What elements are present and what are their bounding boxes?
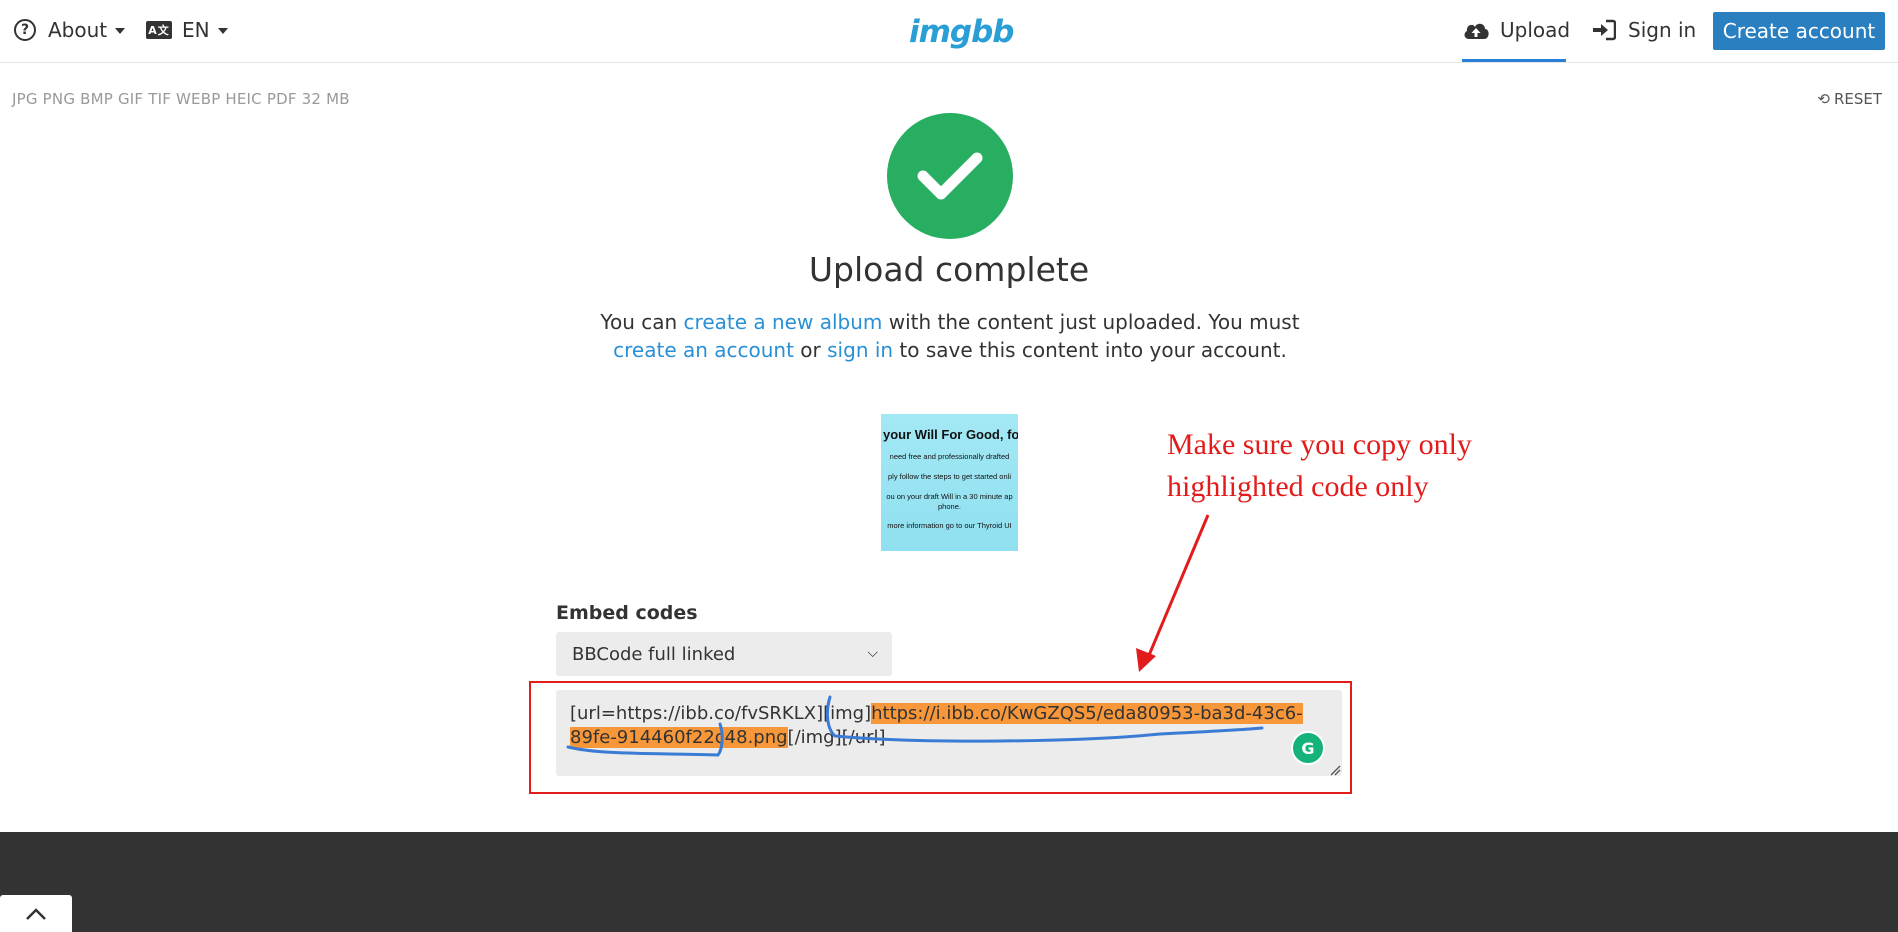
embed-code-selected: BBCode full linked	[572, 643, 736, 665]
code-text: [/img][/url]	[787, 727, 886, 748]
language-icon: A文	[146, 21, 172, 39]
upload-success-badge	[887, 113, 1013, 239]
reset-button[interactable]: ⟲ RESET	[1817, 90, 1882, 108]
description-text: to save this content into your account.	[893, 338, 1287, 362]
reset-label: RESET	[1833, 90, 1882, 108]
thumbnail-text: ply follow the steps to get started onli	[888, 472, 1011, 481]
resize-handle-icon[interactable]	[1329, 764, 1341, 776]
annotation-arrow-head	[1136, 648, 1156, 672]
annotation-line: Make sure you copy only	[1167, 428, 1472, 461]
chevron-up-icon	[26, 907, 46, 920]
code-text: [url=https://ibb.co/fvSRKLX][img]	[570, 703, 872, 724]
active-tab-indicator	[1462, 59, 1566, 62]
help-circle-icon: ?	[14, 19, 36, 41]
language-menu[interactable]: A文 EN	[146, 18, 228, 42]
about-menu[interactable]: ? About	[14, 18, 126, 42]
embed-codes-label: Embed codes	[556, 602, 698, 624]
embed-code-textarea[interactable]: [url=https://ibb.co/fvSRKLX][img]https:/…	[556, 690, 1342, 776]
upload-label: Upload	[1500, 18, 1571, 42]
about-label: About	[48, 18, 108, 42]
description-text: You can	[600, 310, 684, 334]
sign-in-nav-link[interactable]: Sign in	[1592, 18, 1696, 42]
create-account-link[interactable]: create an account	[613, 338, 794, 362]
description-text: or	[793, 338, 828, 362]
upload-nav-link[interactable]: Upload	[1462, 18, 1570, 42]
thumbnail-text: ou on your draft Will in a 30 minute ap	[886, 492, 1013, 501]
sign-in-icon	[1593, 19, 1616, 41]
description-text: with the content just uploaded. You must	[882, 310, 1300, 334]
annotation-note: Make sure you copy only highlighted code…	[1167, 424, 1472, 508]
uploaded-image-thumbnail[interactable]: your Will For Good, fo need free and pro…	[881, 414, 1018, 551]
sign-in-label: Sign in	[1628, 18, 1697, 42]
thumbnail-text: need free and professionally drafted	[889, 452, 1010, 461]
cloud-upload-icon	[1464, 23, 1489, 39]
create-account-button[interactable]: Create account	[1713, 12, 1885, 50]
page-title: Upload complete	[808, 250, 1090, 289]
embed-code-select[interactable]: BBCode full linked ⌵	[556, 632, 892, 676]
upload-description: You can create a new album with the cont…	[570, 308, 1330, 364]
annotation-arrow-line	[1145, 514, 1210, 661]
language-label: EN	[182, 18, 210, 42]
chevron-down-icon: ⌵	[867, 645, 878, 661]
grammarly-icon[interactable]: G	[1291, 731, 1325, 765]
thumbnail-text: phone.	[938, 502, 961, 511]
thumbnail-text: your Will For Good, fo	[883, 427, 1018, 442]
sign-in-link[interactable]: sign in	[827, 338, 893, 362]
caret-down-icon	[217, 28, 228, 34]
create-album-link[interactable]: create a new album	[684, 310, 883, 334]
page-footer	[0, 832, 1898, 932]
site-logo[interactable]: imgbb	[909, 14, 1014, 50]
supported-formats: JPG PNG BMP GIF TIF WEBP HEIC PDF 32 MB	[12, 90, 350, 108]
caret-down-icon	[115, 28, 126, 34]
check-icon	[917, 152, 983, 200]
annotation-line: highlighted code only	[1167, 470, 1429, 503]
top-navigation-bar: ? About A文 EN imgbb Upload Sign in Creat…	[0, 0, 1898, 63]
thumbnail-text: more information go to our Thyroid UI	[887, 521, 1012, 530]
undo-icon: ⟲	[1817, 90, 1830, 108]
footer-toggle[interactable]	[0, 895, 72, 932]
